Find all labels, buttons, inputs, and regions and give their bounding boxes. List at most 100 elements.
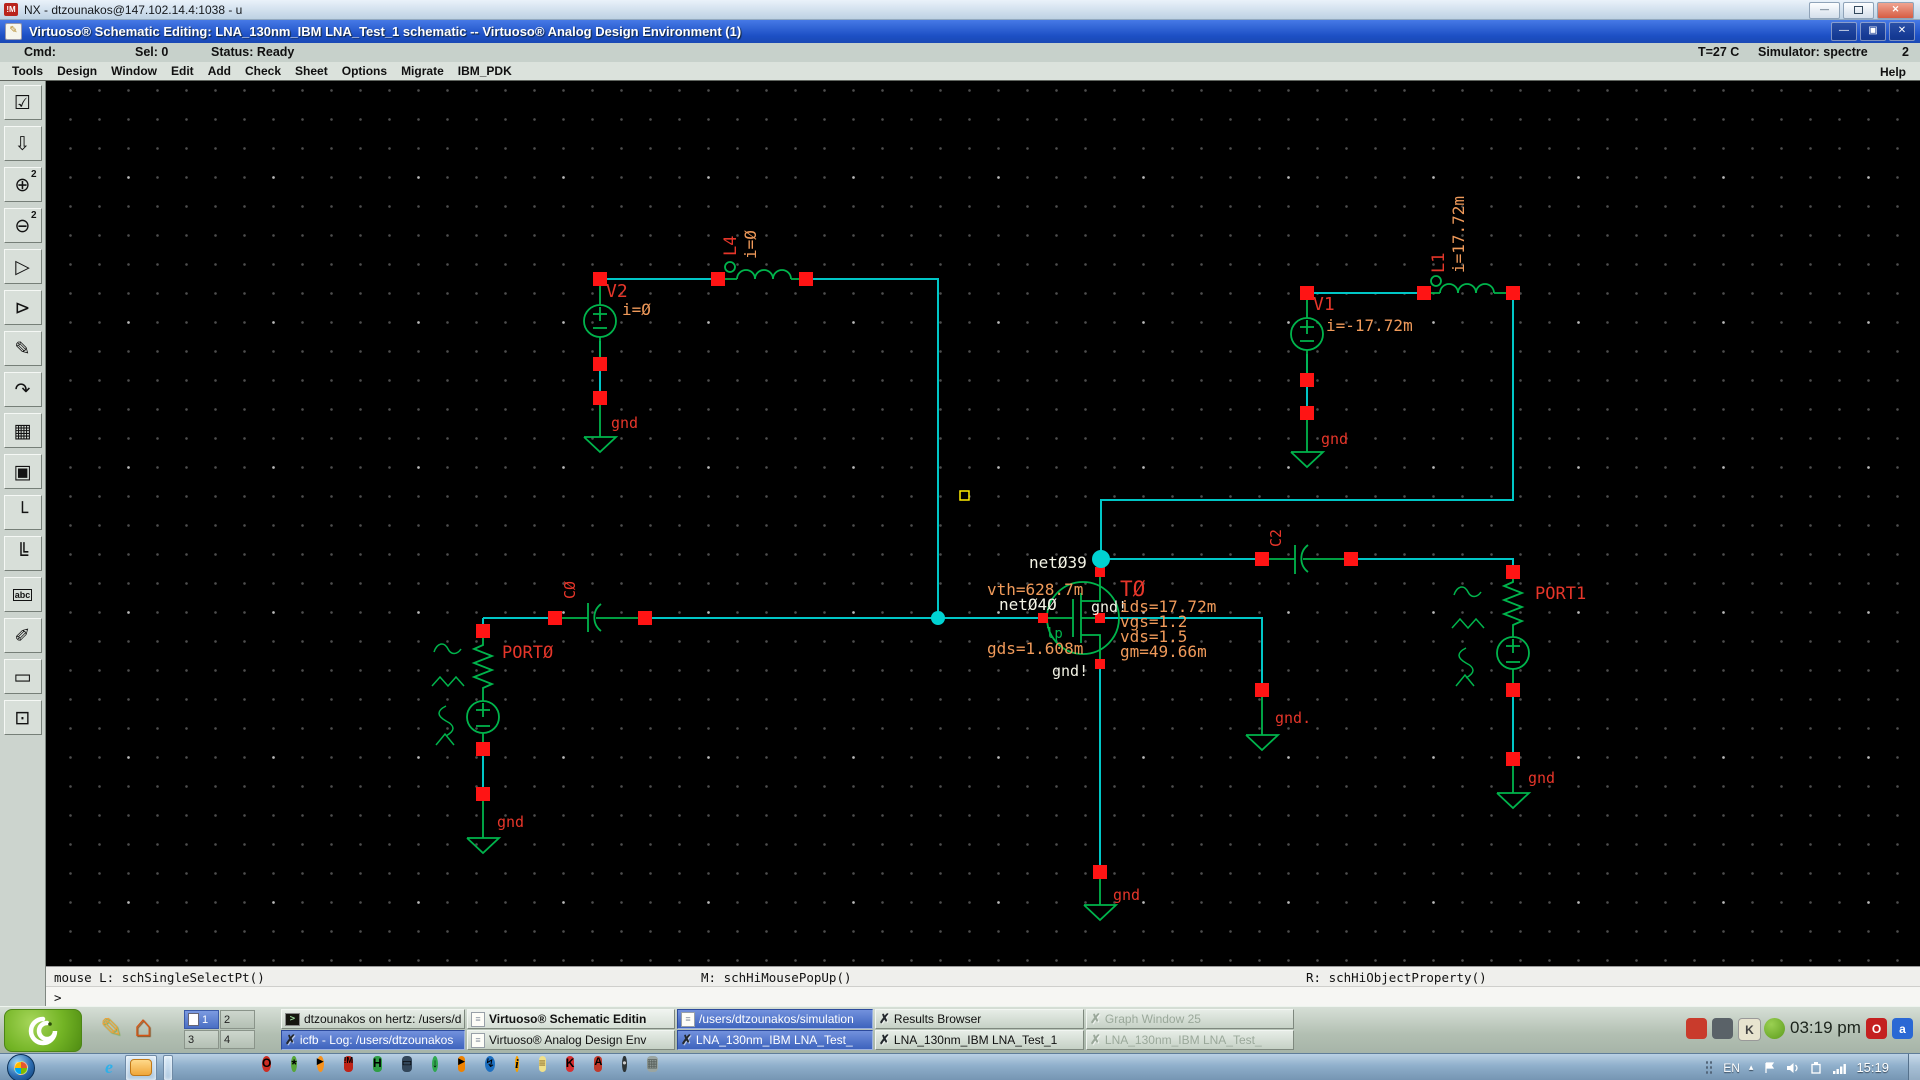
virtuoso-titlebar[interactable]: ✎ Virtuoso® Schematic Editing: LNA_130nm… bbox=[0, 20, 1920, 43]
windows-clock[interactable]: 15:19 bbox=[1856, 1060, 1889, 1075]
inductor-l4[interactable] bbox=[718, 262, 806, 279]
task-terminal[interactable]: >dtzounakos on hertz: /users/d bbox=[281, 1009, 465, 1029]
save-icon[interactable]: ⇩ bbox=[4, 126, 42, 161]
task-simulation-dir[interactable]: ≡/users/dtzounakos/simulation bbox=[677, 1009, 873, 1029]
wire-probe-icon[interactable]: ✎ bbox=[4, 331, 42, 366]
internet-explorer-icon[interactable]: e bbox=[96, 1057, 122, 1079]
menu-design[interactable]: Design bbox=[57, 64, 97, 78]
action-center-flag-icon[interactable] bbox=[1762, 1061, 1776, 1075]
nx-client-icon[interactable]: !M bbox=[344, 1056, 353, 1072]
workspace-1[interactable]: 1 bbox=[184, 1010, 219, 1029]
notes-app-icon[interactable]: ≡ bbox=[539, 1056, 546, 1072]
zoom-out-icon[interactable]: ⊖2 bbox=[4, 208, 42, 243]
sheet-icon[interactable]: ▭ bbox=[4, 659, 42, 694]
task-ade[interactable]: ≡Virtuoso® Analog Design Env bbox=[467, 1030, 675, 1050]
wire-icon[interactable]: └ bbox=[4, 495, 42, 530]
port1-symbol[interactable] bbox=[1452, 572, 1529, 690]
start-button[interactable] bbox=[7, 1054, 35, 1080]
nx-maximize-button[interactable] bbox=[1843, 2, 1874, 19]
menu-add[interactable]: Add bbox=[208, 64, 231, 78]
suse-clock[interactable]: 03:19 pm bbox=[1790, 1018, 1861, 1038]
menu-help[interactable]: Help bbox=[1880, 65, 1906, 79]
gray-app-icon[interactable]: ▦ bbox=[647, 1056, 658, 1072]
klipper-tray-icon[interactable]: K bbox=[1738, 1018, 1761, 1041]
acrobat-icon[interactable]: A bbox=[594, 1056, 602, 1072]
windows-explorer-button[interactable] bbox=[125, 1055, 157, 1080]
lightning-app-icon[interactable]: ↯ bbox=[485, 1056, 495, 1072]
task-results-browser[interactable]: ✗Results Browser bbox=[875, 1009, 1084, 1029]
nx-titlebar[interactable]: !M NX - dtzounakos@147.102.14.4:1038 - u… bbox=[0, 0, 1920, 20]
task-schematic-editor[interactable]: ≡Virtuoso® Schematic Editin bbox=[467, 1009, 675, 1029]
download-manager-icon[interactable]: ↓ bbox=[432, 1056, 438, 1072]
volume-icon[interactable] bbox=[1785, 1061, 1800, 1075]
port0-symbol[interactable] bbox=[432, 631, 499, 749]
command-prompt-bar[interactable]: > bbox=[46, 986, 1920, 1007]
tray-grip[interactable] bbox=[1705, 1060, 1714, 1076]
red-o-tray-icon[interactable]: O bbox=[1866, 1018, 1887, 1039]
schematic-canvas[interactable]: V2 i=Ø L4 i=Ø CØ PORTØ gnd gnd V1 i=-17.… bbox=[46, 81, 1920, 966]
capacitor-c0[interactable] bbox=[555, 603, 645, 632]
schematic[interactable]: V2 i=Ø L4 i=Ø CØ PORTØ gnd gnd V1 i=-17.… bbox=[46, 81, 1920, 966]
show-desktop-button[interactable] bbox=[1908, 1054, 1920, 1080]
stretch-icon[interactable]: ▷ bbox=[4, 249, 42, 284]
task-icfb-log[interactable]: ✗icfb - Log: /users/dtzounakos bbox=[281, 1030, 465, 1050]
copy-icon[interactable]: ⊳ bbox=[4, 290, 42, 325]
suse-updater-tray-icon[interactable] bbox=[1764, 1018, 1785, 1039]
gnd-symbols[interactable] bbox=[467, 398, 1529, 920]
workspace-4[interactable]: 4 bbox=[220, 1030, 255, 1049]
task-lna-test-2[interactable]: ✗LNA_130nm_IBM LNA_Test_1 bbox=[875, 1030, 1084, 1050]
menu-sheet[interactable]: Sheet bbox=[295, 64, 328, 78]
select-mode-icon[interactable]: ☑ bbox=[4, 85, 42, 120]
label-icon[interactable]: abc bbox=[4, 577, 42, 612]
home-launcher-icon[interactable]: ⌂ bbox=[134, 1010, 152, 1044]
workspace-3[interactable]: 3 bbox=[184, 1030, 219, 1049]
task-lna-test-3[interactable]: ✗LNA_130nm_IBM LNA_Test_ bbox=[1086, 1030, 1294, 1050]
inductor-l1[interactable] bbox=[1424, 276, 1513, 293]
menu-window[interactable]: Window bbox=[111, 64, 157, 78]
firefox-button[interactable] bbox=[163, 1055, 173, 1080]
wide-wire-icon[interactable]: ╚ bbox=[4, 536, 42, 571]
task-lna-test-1[interactable]: ✗LNA_130nm_IBM LNA_Test_ bbox=[677, 1030, 873, 1050]
virtuoso-minimize-button[interactable]: — bbox=[1831, 22, 1857, 41]
marker-icon[interactable]: ✐ bbox=[4, 618, 42, 653]
language-indicator[interactable]: EN bbox=[1723, 1061, 1740, 1075]
opera-icon[interactable]: O bbox=[262, 1056, 271, 1072]
player-icon[interactable]: ▶ bbox=[458, 1056, 465, 1072]
h-app-icon[interactable]: H bbox=[373, 1056, 382, 1072]
hidden-icons-button[interactable]: ▴ bbox=[1749, 1062, 1754, 1073]
network-signal-icon[interactable] bbox=[1832, 1061, 1847, 1075]
info-app-icon[interactable]: i bbox=[515, 1056, 519, 1072]
dark-app-icon[interactable]: • bbox=[622, 1056, 626, 1072]
computer-icon[interactable]: ▭ bbox=[402, 1056, 412, 1072]
zoom-fit-icon[interactable]: ⊡ bbox=[4, 700, 42, 735]
rotate-icon[interactable]: ↷ bbox=[4, 372, 42, 407]
selected-wires[interactable] bbox=[483, 279, 1513, 872]
menu-edit[interactable]: Edit bbox=[171, 64, 194, 78]
nx-minimize-button[interactable]: — bbox=[1809, 2, 1840, 19]
solder-dot-net039[interactable] bbox=[1092, 550, 1110, 568]
suse-menu-button[interactable] bbox=[4, 1009, 82, 1052]
menu-tools[interactable]: Tools bbox=[12, 64, 43, 78]
menu-check[interactable]: Check bbox=[245, 64, 281, 78]
instance-icon[interactable]: ▣ bbox=[4, 454, 42, 489]
media-player-icon[interactable]: ▶ bbox=[317, 1056, 324, 1072]
capacitor-c2[interactable] bbox=[1262, 545, 1351, 574]
print-tray-icon[interactable] bbox=[1712, 1018, 1733, 1039]
blue-a-tray-icon[interactable]: a bbox=[1892, 1018, 1913, 1039]
beagle-tray-icon[interactable] bbox=[1686, 1018, 1707, 1039]
nx-close-button[interactable]: ✕ bbox=[1877, 2, 1914, 19]
workspace-2[interactable]: 2 bbox=[220, 1010, 255, 1029]
k-app-icon[interactable]: K bbox=[566, 1056, 575, 1072]
menu-migrate[interactable]: Migrate bbox=[401, 64, 444, 78]
solder-dot-gate[interactable] bbox=[931, 611, 945, 625]
zoom-in-icon[interactable]: ⊕2 bbox=[4, 167, 42, 202]
messenger-icon[interactable]: * bbox=[291, 1056, 296, 1072]
selected-pins[interactable] bbox=[476, 272, 1520, 879]
remote-session-icon[interactable] bbox=[1809, 1061, 1823, 1075]
virtuoso-close-button[interactable]: ✕ bbox=[1889, 22, 1915, 41]
virtuoso-restore-button[interactable]: ▣ bbox=[1860, 22, 1886, 41]
menu-ibm-pdk[interactable]: IBM_PDK bbox=[458, 64, 512, 78]
menu-options[interactable]: Options bbox=[342, 64, 387, 78]
property-icon[interactable]: ▦ bbox=[4, 413, 42, 448]
notes-launcher-icon[interactable]: ✎ bbox=[100, 1013, 123, 1044]
